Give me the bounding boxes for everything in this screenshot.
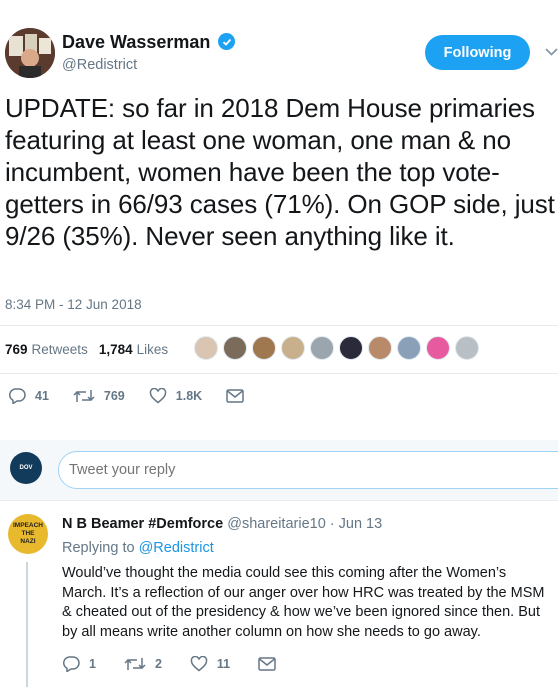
reply-author-avatar[interactable]: IMPEACH THE NAZI xyxy=(8,514,48,554)
reply-like-action[interactable]: 11 xyxy=(190,656,230,672)
reply-action[interactable]: 41 xyxy=(8,388,49,404)
main-tweet: Dave Wasserman @Redistrict Following UPD… xyxy=(0,0,558,430)
retweet-icon xyxy=(73,390,95,402)
like-action[interactable]: 1.8K xyxy=(149,388,202,404)
reply-reply-action[interactable]: 1 xyxy=(62,656,96,672)
reply-author-name[interactable]: N B Beamer #Demforce xyxy=(62,516,223,532)
reply-input[interactable] xyxy=(58,451,558,489)
reply-retweet-action[interactable]: 2 xyxy=(124,656,162,672)
message-action[interactable] xyxy=(226,389,253,403)
reply-count: 41 xyxy=(35,389,49,403)
thread-line xyxy=(26,562,28,687)
reply-text: Would’ve thought the media could see thi… xyxy=(62,565,545,640)
liker-avatar[interactable] xyxy=(455,336,479,360)
author-handle[interactable]: @Redistrict xyxy=(62,57,137,73)
reply-actions: 1 2 11 xyxy=(62,656,313,672)
replying-to: Replying to @Redistrict xyxy=(62,540,214,556)
heart-icon xyxy=(149,388,167,404)
liker-avatar[interactable] xyxy=(339,336,363,360)
tweet-actions: 41 769 1.8K xyxy=(8,388,277,404)
retweet-count: 769 xyxy=(103,389,125,403)
engagement-stats: 769 Retweets 1,784 Likes xyxy=(5,342,168,357)
reply-icon xyxy=(63,656,80,672)
divider xyxy=(0,500,558,501)
liker-avatar[interactable] xyxy=(426,336,450,360)
reply-message-action[interactable] xyxy=(258,657,285,671)
reply-author-meta[interactable]: @shareitarie10 · Jun 13 xyxy=(227,516,382,532)
user-avatar[interactable]: DOV xyxy=(10,452,42,484)
retweet-icon xyxy=(124,658,146,670)
tweet-timestamp[interactable]: 8:34 PM - 12 Jun 2018 xyxy=(5,297,142,312)
like-count: 1.8K xyxy=(175,389,203,403)
heart-icon xyxy=(190,656,208,672)
envelope-icon xyxy=(258,657,276,671)
envelope-icon xyxy=(226,389,244,403)
liker-avatar[interactable] xyxy=(281,336,305,360)
author-name[interactable]: Dave Wasserman xyxy=(62,32,210,53)
liker-avatar[interactable] xyxy=(368,336,392,360)
tweet-text: UPDATE: so far in 2018 Dem House primari… xyxy=(5,93,555,251)
author-avatar[interactable] xyxy=(5,28,55,78)
chevron-down-icon[interactable] xyxy=(545,45,558,58)
verified-badge-icon xyxy=(218,33,235,50)
replying-to-mention[interactable]: @Redistrict xyxy=(139,540,214,556)
following-button[interactable]: Following xyxy=(425,35,530,70)
liker-avatar[interactable] xyxy=(223,336,247,360)
retweets-stat[interactable]: 769 Retweets xyxy=(5,342,88,357)
liker-avatar[interactable] xyxy=(252,336,276,360)
reply-header: N B Beamer #Demforce @shareitarie10 · Ju… xyxy=(62,516,382,532)
retweet-action[interactable]: 769 xyxy=(73,388,125,404)
liker-avatar[interactable] xyxy=(397,336,421,360)
reply-icon xyxy=(9,388,26,404)
likers-avatars[interactable] xyxy=(194,336,484,360)
liker-avatar[interactable] xyxy=(194,336,218,360)
divider xyxy=(0,373,558,374)
divider xyxy=(0,325,558,326)
likes-stat[interactable]: 1,784 Likes xyxy=(99,342,168,357)
liker-avatar[interactable] xyxy=(310,336,334,360)
